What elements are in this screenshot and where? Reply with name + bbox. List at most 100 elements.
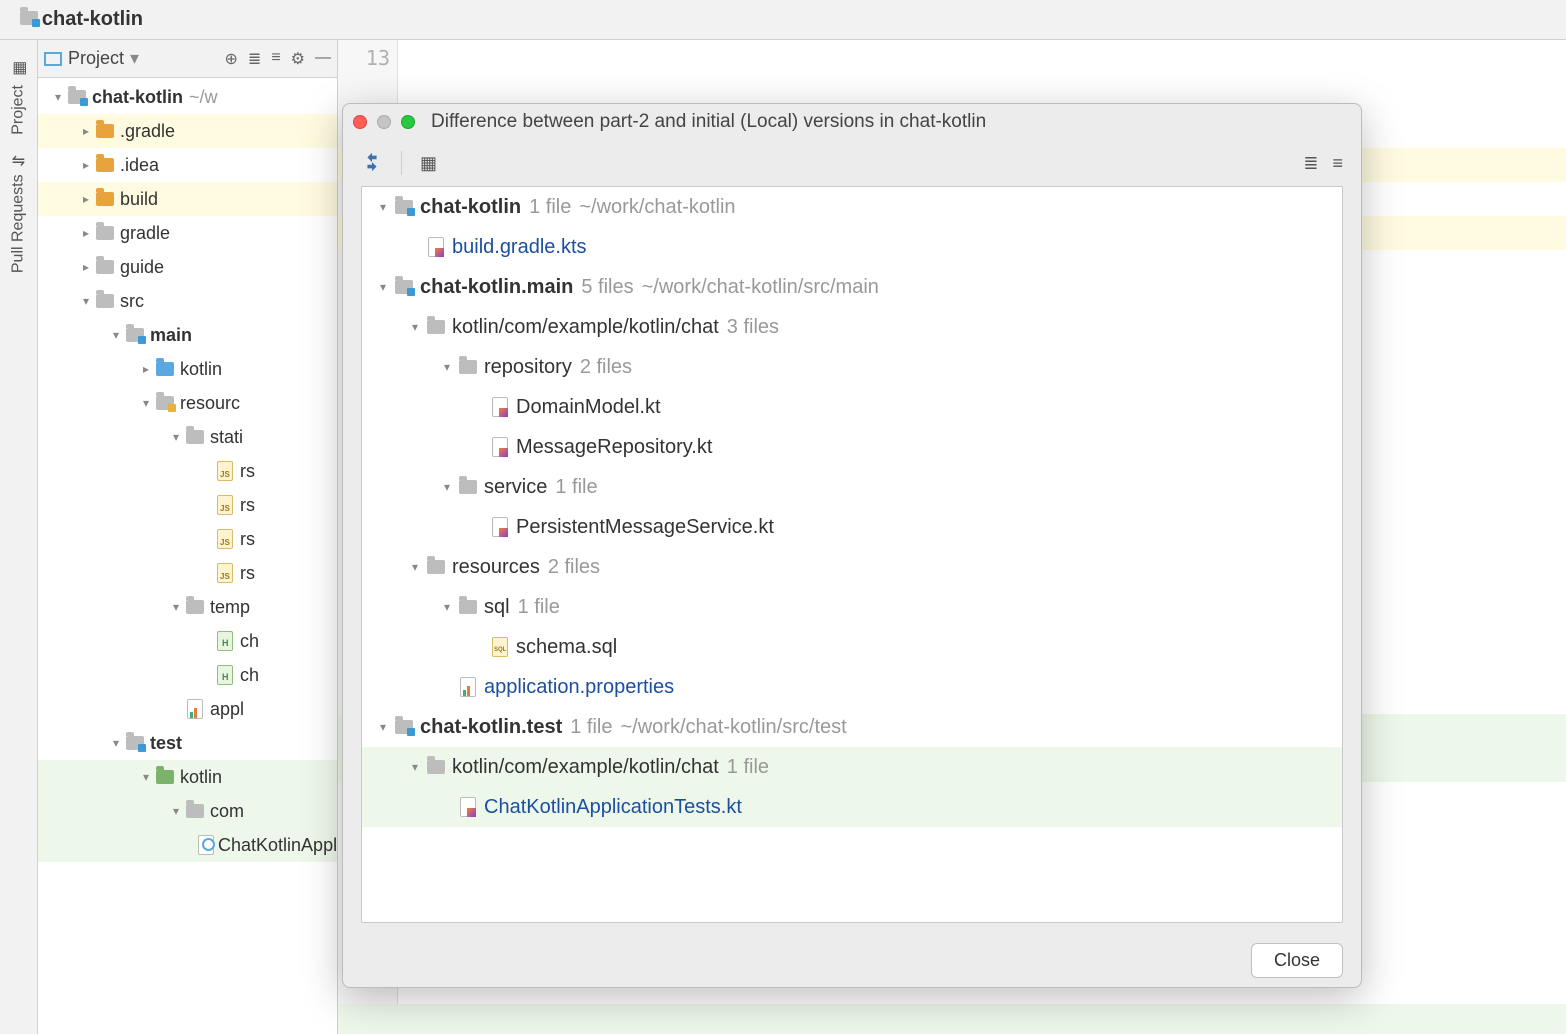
diff-label: build.gradle.kts bbox=[452, 236, 587, 259]
tree-item-gradle[interactable]: ▸ gradle bbox=[38, 216, 337, 250]
tree-item-application-props[interactable]: appl bbox=[38, 692, 337, 726]
chevron-down-icon[interactable]: ▾ bbox=[374, 720, 392, 734]
tree-item-html-file[interactable]: ch bbox=[38, 658, 337, 692]
diff-module-test[interactable]: ▾ chat-kotlin.test 1 file ~/work/chat-ko… bbox=[362, 707, 1342, 747]
chevron-down-icon[interactable]: ▾ bbox=[438, 480, 456, 494]
package-icon bbox=[186, 804, 204, 818]
diff-file-application-properties[interactable]: application.properties bbox=[362, 667, 1342, 707]
expand-all-icon[interactable]: ≣ bbox=[248, 49, 261, 69]
breadcrumb-project[interactable]: chat-kotlin bbox=[42, 8, 143, 31]
diff-package-service[interactable]: ▾ service 1 file bbox=[362, 467, 1342, 507]
close-button[interactable]: Close bbox=[1251, 943, 1343, 978]
tree-item-src[interactable]: ▾ src bbox=[38, 284, 337, 318]
tree-root[interactable]: ▾ chat-kotlin ~/w bbox=[38, 80, 337, 114]
tree-item-build[interactable]: ▸ build bbox=[38, 182, 337, 216]
tree-label: rs bbox=[240, 495, 255, 516]
tree-item-js-file[interactable]: rs bbox=[38, 454, 337, 488]
tree-item-main[interactable]: ▾ main bbox=[38, 318, 337, 352]
tree-item-test-kotlin[interactable]: ▾ kotlin bbox=[38, 760, 337, 794]
window-zoom-icon[interactable] bbox=[401, 115, 415, 129]
chevron-down-icon[interactable]: ▾ bbox=[50, 90, 66, 104]
chevron-right-icon[interactable]: ▸ bbox=[78, 226, 94, 240]
diff-count: 1 file bbox=[555, 476, 597, 499]
diff-folder-resources[interactable]: ▾ resources 2 files bbox=[362, 547, 1342, 587]
tree-item-idea[interactable]: ▸ .idea bbox=[38, 148, 337, 182]
dialog-titlebar[interactable]: Difference between part-2 and initial (L… bbox=[343, 104, 1361, 140]
chevron-down-icon[interactable]: ▾ bbox=[78, 294, 94, 308]
tool-window-bar: Project ▦ Pull Requests ⇋ bbox=[0, 40, 38, 1034]
tree-label: guide bbox=[120, 257, 164, 278]
tree-item-kotlin[interactable]: ▸ kotlin bbox=[38, 352, 337, 386]
tree-label: rs bbox=[240, 563, 255, 584]
diff-file-persistent-service[interactable]: PersistentMessageService.kt bbox=[362, 507, 1342, 547]
chevron-right-icon[interactable]: ▸ bbox=[78, 158, 94, 172]
tool-tab-pull-requests[interactable]: Pull Requests ⇋ bbox=[5, 145, 32, 283]
chevron-down-icon[interactable]: ▾ bbox=[168, 804, 184, 818]
chevron-down-icon[interactable]: ▾ bbox=[374, 280, 392, 294]
chevron-down-icon[interactable]: ▾ bbox=[438, 600, 456, 614]
diff-file-message-repository[interactable]: MessageRepository.kt bbox=[362, 427, 1342, 467]
diff-file-domain-model[interactable]: DomainModel.kt bbox=[362, 387, 1342, 427]
js-file-icon bbox=[217, 495, 233, 515]
tree-item-test-file[interactable]: ChatKotlinApplicationTe bbox=[38, 828, 337, 862]
project-tree[interactable]: ▾ chat-kotlin ~/w ▸ .gradle ▸ .idea ▸ bu… bbox=[38, 78, 337, 1034]
chevron-down-icon[interactable]: ▾ bbox=[168, 600, 184, 614]
chevron-down-icon[interactable]: ▾ bbox=[406, 560, 424, 574]
tree-label: appl bbox=[210, 699, 244, 720]
chevron-down-icon[interactable]: ▾ bbox=[406, 760, 424, 774]
chevron-right-icon[interactable]: ▸ bbox=[78, 124, 94, 138]
diff-package-chat-test[interactable]: ▾ kotlin/com/example/kotlin/chat 1 file bbox=[362, 747, 1342, 787]
diff-package-chat[interactable]: ▾ kotlin/com/example/kotlin/chat 3 files bbox=[362, 307, 1342, 347]
diff-file-application-tests[interactable]: ChatKotlinApplicationTests.kt bbox=[362, 787, 1342, 827]
chevron-right-icon[interactable]: ▸ bbox=[78, 260, 94, 274]
diff-count: 3 files bbox=[727, 316, 779, 339]
chevron-right-icon[interactable]: ▸ bbox=[78, 192, 94, 206]
diff-module-main[interactable]: ▾ chat-kotlin.main 5 files ~/work/chat-k… bbox=[362, 267, 1342, 307]
window-minimize-icon[interactable] bbox=[377, 115, 391, 129]
tree-item-gradle-dir[interactable]: ▸ .gradle bbox=[38, 114, 337, 148]
diff-label: repository bbox=[484, 356, 572, 379]
hide-icon[interactable]: — bbox=[315, 49, 331, 69]
resources-folder-icon bbox=[156, 396, 174, 410]
chevron-down-icon[interactable]: ▾ bbox=[168, 430, 184, 444]
chevron-down-icon[interactable]: ▾ bbox=[374, 200, 392, 214]
diff-label: ChatKotlinApplicationTests.kt bbox=[484, 796, 742, 819]
collapse-all-icon[interactable]: ≡ bbox=[1332, 153, 1343, 174]
tree-item-test[interactable]: ▾ test bbox=[38, 726, 337, 760]
chevron-down-icon[interactable]: ▾ bbox=[138, 396, 154, 410]
group-by-icon[interactable]: ▦ bbox=[420, 153, 437, 174]
diff-folder-sql[interactable]: ▾ sql 1 file bbox=[362, 587, 1342, 627]
tree-item-guide[interactable]: ▸ guide bbox=[38, 250, 337, 284]
tree-item-templates[interactable]: ▾ temp bbox=[38, 590, 337, 624]
tree-item-html-file[interactable]: ch bbox=[38, 624, 337, 658]
tree-item-package-com[interactable]: ▾ com bbox=[38, 794, 337, 828]
chevron-down-icon[interactable]: ▾ bbox=[138, 770, 154, 784]
module-icon bbox=[68, 90, 86, 104]
chevron-down-icon[interactable]: ▾ bbox=[406, 320, 424, 334]
expand-all-icon[interactable]: ≣ bbox=[1303, 153, 1318, 174]
tool-tab-project[interactable]: Project ▦ bbox=[5, 50, 32, 145]
chevron-down-icon[interactable]: ▾ bbox=[108, 736, 124, 750]
diff-tree[interactable]: ▾ chat-kotlin 1 file ~/work/chat-kotlin … bbox=[361, 186, 1343, 923]
tree-label: .gradle bbox=[120, 121, 175, 142]
tree-item-js-file[interactable]: rs bbox=[38, 488, 337, 522]
swap-branches-icon[interactable] bbox=[361, 151, 383, 176]
collapse-all-icon[interactable]: ≡ bbox=[271, 49, 280, 69]
tree-item-resources[interactable]: ▾ resourc bbox=[38, 386, 337, 420]
diff-module-chat-kotlin[interactable]: ▾ chat-kotlin 1 file ~/work/chat-kotlin bbox=[362, 187, 1342, 227]
chevron-right-icon[interactable]: ▸ bbox=[138, 362, 154, 376]
tree-item-js-file[interactable]: rs bbox=[38, 556, 337, 590]
chevron-down-icon[interactable]: ▾ bbox=[108, 328, 124, 342]
js-file-icon bbox=[217, 563, 233, 583]
diff-file-schema-sql[interactable]: schema.sql bbox=[362, 627, 1342, 667]
tree-item-js-file[interactable]: rs bbox=[38, 522, 337, 556]
tree-item-static[interactable]: ▾ stati bbox=[38, 420, 337, 454]
window-close-icon[interactable] bbox=[353, 115, 367, 129]
settings-gear-icon[interactable]: ⚙ bbox=[291, 49, 305, 69]
tree-label: test bbox=[150, 733, 182, 754]
diff-package-repository[interactable]: ▾ repository 2 files bbox=[362, 347, 1342, 387]
diff-file-build-gradle[interactable]: build.gradle.kts bbox=[362, 227, 1342, 267]
chevron-down-icon[interactable]: ▾ bbox=[438, 360, 456, 374]
locate-icon[interactable]: ⊕ bbox=[225, 49, 238, 69]
project-view-selector[interactable]: Project ▾ bbox=[44, 48, 225, 69]
